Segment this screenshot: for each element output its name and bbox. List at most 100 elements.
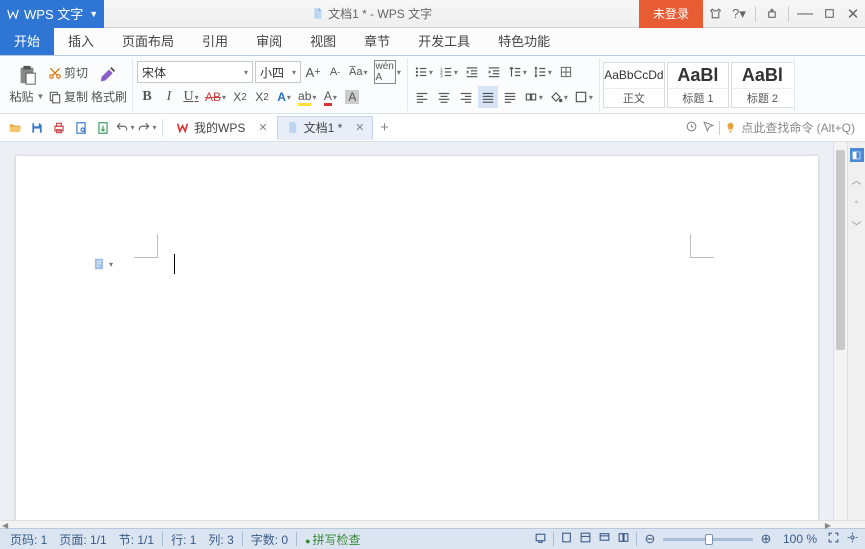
font-size-select[interactable]: 小四▾ [255,61,301,83]
scroll-thumb[interactable] [836,150,845,350]
view-print-layout-button[interactable] [560,531,573,547]
side-panel-collapsed[interactable]: ◧ ︿ ◦ ﹀ [847,142,865,520]
hscroll-right[interactable]: ▶ [825,521,831,530]
format-painter-button[interactable]: 格式刷 [90,60,128,110]
close-tab-icon[interactable]: ✕ [258,121,267,134]
restore-up-icon[interactable] [760,0,784,28]
status-section[interactable]: 节: 1/1 [115,531,158,548]
asian-layout-button[interactable]: ▾ [506,61,529,83]
align-left-button[interactable] [412,86,432,108]
borders-button[interactable] [556,61,576,83]
align-distribute-button[interactable] [500,86,520,108]
shading-button[interactable]: ▾ [547,86,570,108]
decrease-indent-button[interactable] [462,61,482,83]
status-line[interactable]: 行: 1 [167,531,200,548]
line-spacing-button[interactable]: ▾ [531,61,554,83]
status-page-no[interactable]: 页码: 1 [6,531,51,548]
align-right-button[interactable] [456,86,476,108]
close-tab-icon[interactable]: ✕ [355,121,364,134]
zoom-slider[interactable] [663,538,753,541]
status-spellcheck[interactable]: 拼写检查 [301,531,364,548]
section-handle[interactable]: ▾ [92,257,113,271]
font-name-select[interactable]: 宋体▾ [137,61,253,83]
tab-insert[interactable]: 插入 [54,26,108,55]
document-page[interactable]: ▾ [16,156,818,520]
view-web-button[interactable] [598,531,611,547]
align-justify-button[interactable] [478,86,498,108]
redo-button[interactable]: ▾ [136,117,158,139]
tab-page-layout[interactable]: 页面布局 [108,26,188,55]
superscript-button[interactable]: X2 [230,86,250,108]
tab-start[interactable]: 开始 [0,26,54,55]
command-search[interactable]: 点此查找命令 (Alt+Q) [685,119,861,136]
close-button[interactable]: ✕ [841,0,865,28]
bullets-button[interactable]: ▾ [412,61,435,83]
chevron-up-icon[interactable]: ︿ [852,172,862,187]
text-effects-button[interactable]: A▾ [274,86,294,108]
app-menu-button[interactable]: WPS 文字 ▼ [0,0,104,28]
phonetic-guide-button[interactable]: wénA▾ [372,61,403,83]
decrease-font-button[interactable]: A- [325,61,345,83]
folder-open-icon [8,121,22,135]
status-words[interactable]: 字数: 0 [247,531,292,548]
view-fullscreen-button[interactable] [534,531,547,547]
view-reading-button[interactable] [617,531,630,547]
panel-toggle-icon[interactable]: ◧ [850,148,864,162]
underline-button[interactable]: U▾ [181,86,201,108]
help-icon[interactable]: ?▾ [727,0,751,28]
tab-features[interactable]: 特色功能 [484,26,564,55]
zoom-thumb[interactable] [705,534,713,545]
minimize-button[interactable]: — [793,0,817,28]
italic-button[interactable]: I [159,86,179,108]
zoom-value[interactable]: 100 % [779,532,821,546]
fit-page-button[interactable] [827,531,840,547]
style-normal[interactable]: AaBbCcDd正文 [603,62,665,108]
status-col[interactable]: 列: 3 [204,531,237,548]
dot-icon[interactable]: ◦ [855,197,859,208]
separator [242,532,243,546]
paste-button[interactable]: 粘贴▼ [8,60,46,110]
login-button[interactable]: 未登录 [639,0,703,28]
hscroll-left[interactable]: ◀ [2,521,8,530]
save-button[interactable] [26,117,48,139]
tab-references[interactable]: 引用 [188,26,242,55]
style-heading2[interactable]: AaBl标题 2 [731,62,793,108]
font-color-button[interactable]: A▾ [320,86,340,108]
tab-developer[interactable]: 开发工具 [404,26,484,55]
undo-button[interactable]: ▾ [114,117,136,139]
tab-doc1[interactable]: 文档1 * ✕ [277,116,374,140]
copy-button[interactable]: 复制 [46,86,90,108]
zoom-in-button[interactable]: ⊕ [759,531,773,547]
skin-icon[interactable] [703,0,727,28]
tab-view[interactable]: 视图 [296,26,350,55]
view-outline-button[interactable] [579,531,592,547]
maximize-button[interactable] [817,0,841,28]
bold-button[interactable]: B [137,86,157,108]
align-center-button[interactable] [434,86,454,108]
status-page-of[interactable]: 页面: 1/1 [55,531,110,548]
change-case-button[interactable]: A̅a▾ [347,61,369,83]
print-preview-button[interactable] [70,117,92,139]
tab-section[interactable]: 章节 [350,26,404,55]
vertical-scrollbar[interactable] [833,142,847,520]
border-button[interactable]: ▾ [572,86,595,108]
tab-review[interactable]: 审阅 [242,26,296,55]
strikethrough-button[interactable]: AB▾ [203,86,228,108]
best-fit-button[interactable] [846,531,859,547]
export-pdf-button[interactable] [92,117,114,139]
increase-indent-button[interactable] [484,61,504,83]
chevron-down-icon[interactable]: ﹀ [852,218,862,233]
highlight-button[interactable]: ab▾ [296,86,318,108]
zoom-out-button[interactable]: ⊖ [643,531,657,547]
subscript-button[interactable]: X2 [252,86,272,108]
tab-settings-button[interactable]: ▾ [522,86,545,108]
cut-button[interactable]: 剪切 [46,62,90,84]
char-shading-button[interactable]: A [342,86,362,108]
open-button[interactable] [4,117,26,139]
style-heading1[interactable]: AaBl标题 1 [667,62,729,108]
print-button[interactable] [48,117,70,139]
numbering-button[interactable]: 123▾ [437,61,460,83]
increase-font-button[interactable]: A+ [303,61,323,83]
new-tab-button[interactable]: + [373,117,395,139]
tab-my-wps[interactable]: 我的WPS ✕ [167,116,277,140]
